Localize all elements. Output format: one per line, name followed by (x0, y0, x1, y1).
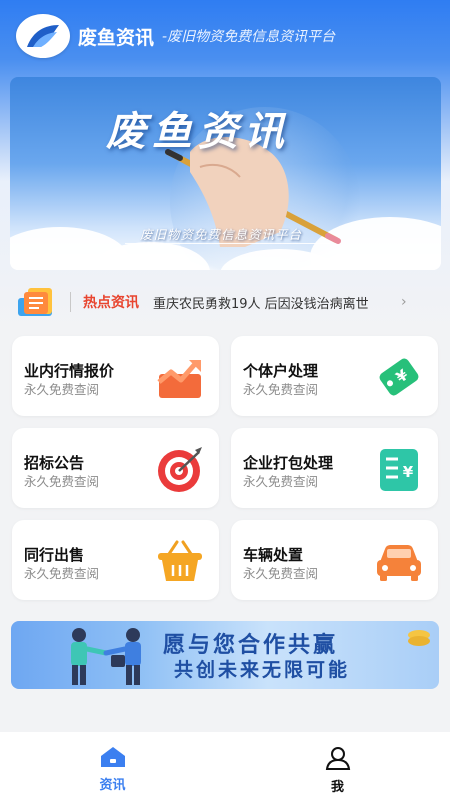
card-title: 车辆处置 (243, 546, 304, 564)
card-title: 个体户处理 (243, 362, 319, 380)
trend-chart-icon (157, 360, 201, 398)
hot-news-label: 热点资讯 (83, 295, 139, 311)
car-icon (377, 545, 421, 581)
card-subtitle: 永久免费查阅 (243, 566, 319, 581)
fish-logo-icon (27, 25, 59, 47)
home-icon (100, 747, 125, 767)
bottom-tab-bar: 资讯 我 (0, 732, 450, 800)
card-title: 业内行情报价 (24, 362, 115, 380)
target-icon (158, 447, 202, 492)
tab-news-label: 资讯 (99, 778, 126, 793)
tab-me[interactable]: 我 (225, 732, 450, 800)
coins-icon (408, 630, 430, 646)
chevron-right-icon[interactable]: › (401, 294, 407, 310)
tab-me-label: 我 (330, 780, 344, 795)
promo-subline: 共创未来无限可能 (174, 659, 351, 681)
card-subtitle: 永久免费查阅 (24, 566, 100, 581)
card-title: 同行出售 (24, 546, 85, 564)
card-subtitle: 永久免费查阅 (24, 474, 100, 489)
card-tender-notice[interactable]: 招标公告 永久免费查阅 (12, 428, 219, 508)
news-icon (18, 288, 52, 316)
invoice-icon: ¥ (380, 449, 418, 491)
app-tagline: -废旧物资免费信息资讯平台 (162, 29, 336, 45)
handshake-graphic (71, 628, 141, 685)
card-title: 招标公告 (24, 454, 85, 472)
card-subtitle: 永久免费查阅 (24, 382, 100, 397)
banner-underline (125, 243, 330, 244)
banner-subtitle: 废旧物资免费信息资讯平台 (140, 227, 303, 242)
card-enterprise-package[interactable]: 企业打包处理 永久免费查阅 ¥ (231, 428, 438, 508)
app-logo (16, 14, 70, 58)
tab-news[interactable]: 资讯 (0, 732, 225, 800)
card-individual-disposal[interactable]: 个体户处理 永久免费查阅 ¥ (231, 336, 438, 416)
cooperation-banner[interactable]: 愿与您合作共赢 共创未来无限可能 (11, 621, 439, 689)
banner-title: 废鱼资讯 (106, 109, 290, 155)
app-title: 废鱼资讯 (78, 26, 155, 49)
card-vehicle-disposal[interactable]: 车辆处置 永久免费查阅 (231, 520, 438, 600)
app-header: 废鱼资讯 -废旧物资免费信息资讯平台 (0, 0, 450, 72)
svg-text:¥: ¥ (403, 463, 414, 481)
hero-banner[interactable]: 废鱼资讯 废旧物资免费信息资讯平台 (10, 77, 441, 270)
card-peer-sales[interactable]: 同行出售 永久免费查阅 (12, 520, 219, 600)
basket-icon (158, 540, 202, 581)
card-market-quotes[interactable]: 业内行情报价 永久免费查阅 (12, 336, 219, 416)
user-icon (325, 747, 350, 770)
news-divider (70, 292, 71, 312)
card-title: 企业打包处理 (243, 454, 334, 472)
hot-news-bar[interactable]: 热点资讯 重庆农民勇救19人 后因没钱治病离世 › (0, 280, 450, 324)
card-subtitle: 永久免费查阅 (243, 474, 319, 489)
card-subtitle: 永久免费查阅 (243, 382, 319, 397)
news-headline[interactable]: 重庆农民勇救19人 后因没钱治病离世 (153, 293, 399, 312)
yuan-tag-icon: ¥ (379, 358, 419, 396)
